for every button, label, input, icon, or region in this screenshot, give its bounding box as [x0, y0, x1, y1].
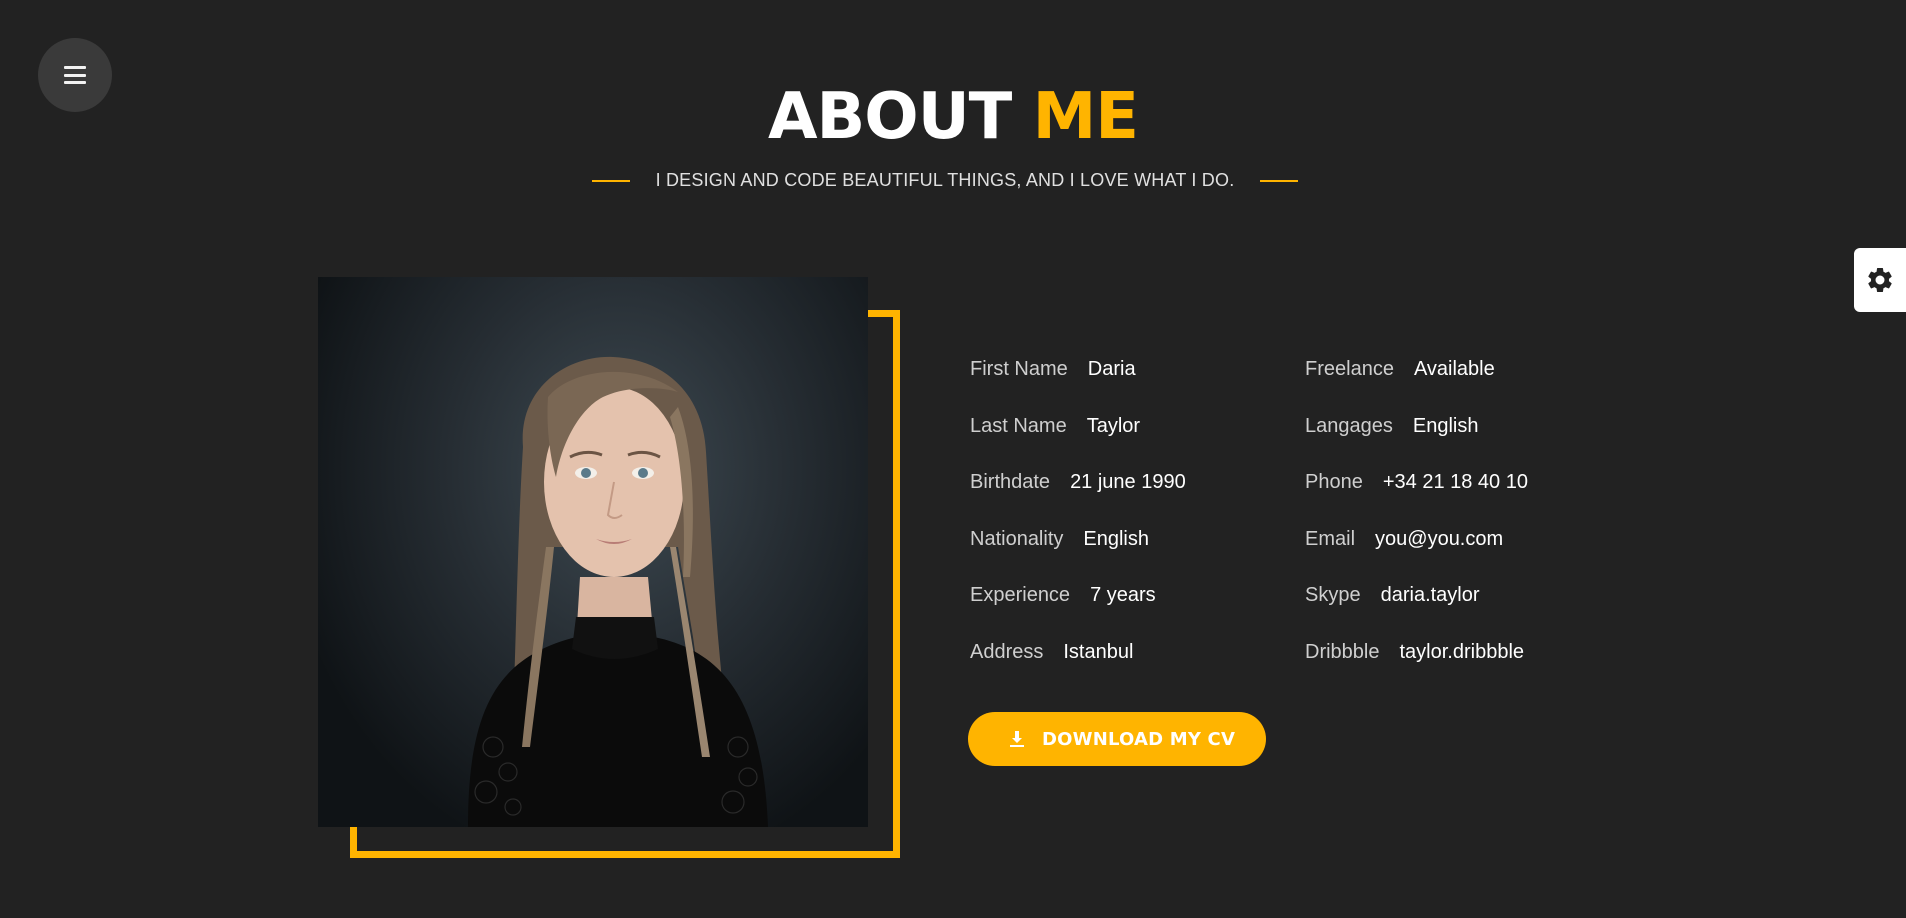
info-value: you@you.com	[1375, 527, 1504, 550]
personal-info-left: First Name Daria Last Name Taylor Birthd…	[970, 358, 1186, 697]
info-row-freelance: Freelance Available	[1305, 358, 1528, 415]
info-label: Phone	[1305, 471, 1363, 493]
info-value: 7 years	[1090, 584, 1156, 606]
info-row-last-name: Last Name Taylor	[970, 415, 1186, 472]
info-row-dribbble: Dribbble taylor.dribbble	[1305, 641, 1528, 698]
subtitle-divider-left	[591, 179, 630, 182]
info-value: Available	[1413, 358, 1495, 380]
info-value: English	[1412, 414, 1479, 437]
info-label: First Name	[970, 358, 1068, 380]
info-row-birthdate: Birthdate 21 june 1990	[970, 471, 1186, 528]
profile-photo	[318, 277, 868, 827]
page-subtitle: I DESIGN AND CODE BEAUTIFUL THINGS, AND …	[655, 170, 1235, 190]
info-label: Skype	[1305, 584, 1361, 606]
download-icon	[1000, 716, 1034, 762]
info-value: daria.taylor	[1380, 584, 1480, 606]
info-label: Last Name	[970, 414, 1067, 437]
info-row-languages: Langages English	[1305, 415, 1528, 472]
subtitle-row: I DESIGN AND CODE BEAUTIFUL THINGS, AND …	[580, 170, 1310, 191]
download-cv-button[interactable]: DOWNLOAD MY CV	[968, 712, 1266, 766]
info-row-phone: Phone +34 21 18 40 10	[1305, 471, 1528, 528]
subtitle-divider-right	[1260, 179, 1299, 182]
info-row-email: Email you@you.com	[1305, 528, 1528, 585]
info-row-nationality: Nationality English	[970, 528, 1186, 585]
info-value: Daria	[1087, 358, 1136, 380]
info-label: Langages	[1305, 414, 1393, 437]
info-label: Dribbble	[1305, 640, 1380, 663]
page-title: ABOUT ME	[0, 72, 1906, 162]
gear-icon	[1868, 267, 1892, 292]
info-value: Taylor	[1086, 414, 1141, 437]
about-page: ABOUT ME I DESIGN AND CODE BEAUTIFUL THI…	[0, 0, 1906, 918]
info-value: 21 june 1990	[1070, 471, 1186, 493]
personal-info-right: Freelance Available Langages English Pho…	[1305, 358, 1528, 697]
portrait-photo	[468, 356, 768, 827]
info-label: Experience	[970, 584, 1071, 606]
info-row-address: Address Istanbul	[970, 641, 1186, 698]
info-row-skype: Skype daria.taylor	[1305, 584, 1528, 641]
info-row-first-name: First Name Daria	[970, 358, 1186, 415]
info-label: Birthdate	[970, 471, 1051, 493]
settings-button[interactable]	[1854, 248, 1906, 312]
info-label: Nationality	[970, 527, 1064, 550]
info-row-experience: Experience 7 years	[970, 584, 1186, 641]
info-value: +34 21 18 40 10	[1382, 471, 1528, 493]
info-label: Email	[1305, 527, 1356, 550]
info-value: Istanbul	[1063, 640, 1134, 663]
title-accent: ME	[1032, 80, 1139, 154]
download-cv-label: DOWNLOAD MY CV	[1042, 728, 1236, 750]
title-main: ABOUT	[767, 80, 1012, 154]
info-label: Address	[970, 640, 1044, 663]
info-label: Freelance	[1305, 358, 1394, 380]
info-value: taylor.dribbble	[1399, 640, 1525, 663]
info-value: English	[1083, 527, 1149, 550]
